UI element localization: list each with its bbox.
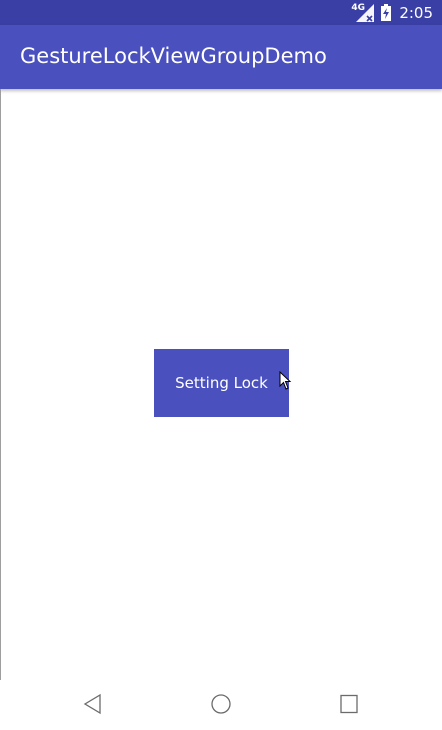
left-edge-divider — [0, 89, 1, 730]
mouse-cursor-icon — [279, 370, 293, 391]
status-icons: 4G 2:05 — [351, 0, 433, 25]
nav-home-icon[interactable] — [209, 692, 233, 716]
battery-charging-icon — [381, 4, 392, 21]
status-bar: 4G 2:05 — [0, 0, 442, 25]
app-title: GestureLockViewGroupDemo — [20, 44, 327, 68]
nav-recents-icon[interactable] — [337, 692, 361, 716]
screen: 4G 2:05 GestureLockViewGroupDemo Setting… — [0, 0, 442, 730]
navigation-bar — [0, 680, 442, 730]
setting-lock-button[interactable]: Setting Lock — [154, 349, 289, 417]
network-type-label: 4G — [351, 2, 365, 13]
app-bar: GestureLockViewGroupDemo — [0, 25, 442, 89]
cellular-signal-icon: 4G — [351, 2, 375, 23]
nav-back-icon[interactable] — [81, 692, 105, 716]
status-time: 2:05 — [399, 3, 433, 22]
